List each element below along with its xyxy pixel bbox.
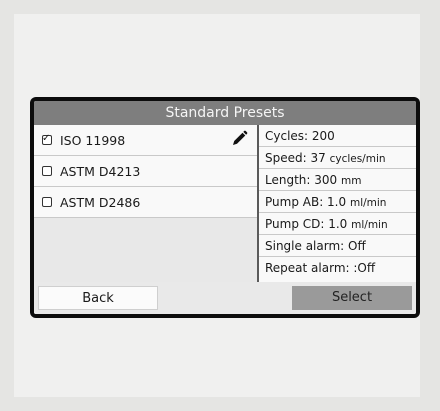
- pump-ab-unit: ml/min: [349, 197, 387, 209]
- preset-item-iso-11998[interactable]: ✓ ISO 11998: [34, 125, 257, 156]
- detail-length: Length: 300 mm: [259, 169, 416, 191]
- preset-details: Cycles: 200 Speed: 37 cycles/min Length:…: [259, 125, 416, 282]
- back-button[interactable]: Back: [38, 286, 158, 310]
- touch-screen: Standard Presets ✓ ISO 11998 ASTM D4213: [34, 101, 416, 314]
- preset-list: ✓ ISO 11998 ASTM D4213 ASTM D2486: [34, 125, 257, 282]
- select-button[interactable]: Select: [292, 286, 412, 310]
- detail-repeat-alarm: Repeat alarm: :Off: [259, 257, 416, 279]
- preset-item-astm-d4213[interactable]: ASTM D4213: [34, 156, 257, 187]
- page: Standard Presets ✓ ISO 11998 ASTM D4213: [0, 0, 440, 411]
- device-bezel: Standard Presets ✓ ISO 11998 ASTM D4213: [30, 97, 420, 318]
- detail-pump-ab: Pump AB: 1.0 ml/min: [259, 191, 416, 213]
- pump-cd-unit: ml/min: [351, 219, 388, 231]
- speed-value: Speed: 37: [265, 151, 326, 165]
- detail-single-alarm: Single alarm: Off: [259, 235, 416, 257]
- detail-cycles: Cycles: 200: [259, 125, 416, 147]
- checkbox-checked-icon[interactable]: ✓: [42, 133, 52, 145]
- detail-speed: Speed: 37 cycles/min: [259, 147, 416, 169]
- pump-cd-value: Pump CD: 1.0: [265, 217, 348, 231]
- length-unit: mm: [340, 175, 362, 187]
- pencil-icon[interactable]: [230, 130, 248, 148]
- pump-ab-value: Pump AB: 1.0: [265, 195, 347, 209]
- preset-label: ASTM D4213: [60, 164, 141, 179]
- length-value: Length: 300: [265, 173, 338, 187]
- preset-item-astm-d2486[interactable]: ASTM D2486: [34, 187, 257, 218]
- single-alarm-value: Single alarm: Off: [265, 239, 366, 253]
- speed-unit: cycles/min: [329, 153, 386, 165]
- checkbox-empty-icon[interactable]: [42, 166, 52, 176]
- preset-label: ISO 11998: [60, 133, 126, 148]
- checkbox-empty-icon[interactable]: [42, 197, 52, 207]
- cycles-value: Cycles: 200: [265, 129, 335, 143]
- button-bar: Back Select: [34, 282, 416, 314]
- detail-pump-cd: Pump CD: 1.0 ml/min: [259, 213, 416, 235]
- repeat-alarm-value: Repeat alarm: :Off: [265, 261, 376, 275]
- screen-title: Standard Presets: [34, 101, 416, 125]
- preset-label: ASTM D2486: [60, 195, 141, 210]
